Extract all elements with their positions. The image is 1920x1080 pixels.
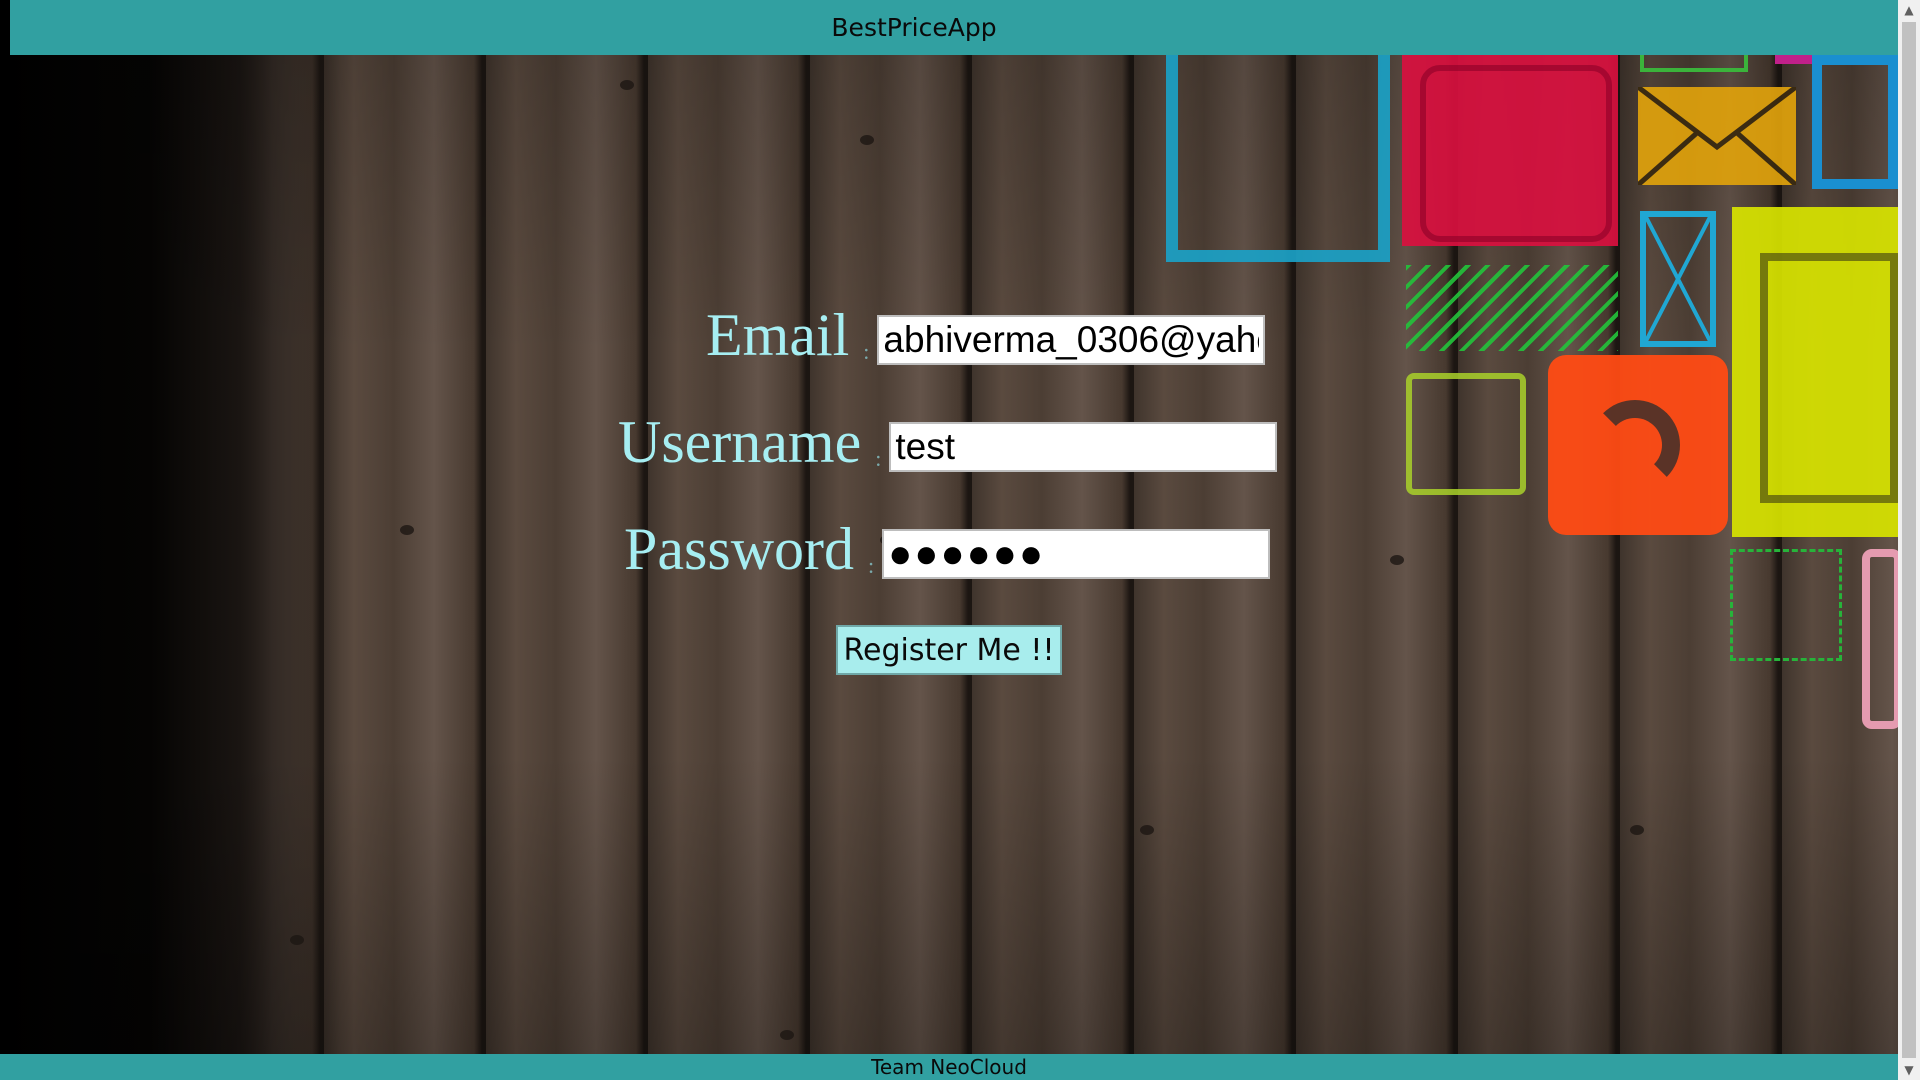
username-separator: : xyxy=(875,446,882,471)
password-input[interactable] xyxy=(882,529,1271,579)
wood-knot xyxy=(860,135,874,145)
page: BestPriceApp Email: abhiverma_0306@yaho… xyxy=(0,0,1920,1080)
decor-green-ornament xyxy=(1406,373,1526,495)
chevron-up-icon[interactable]: ▲ xyxy=(1898,0,1920,20)
decor-green-hatch xyxy=(1406,265,1618,351)
wood-knot xyxy=(620,80,634,90)
username-row: Username : xyxy=(618,409,1278,475)
vertical-scrollbar[interactable]: ▲ ▼ xyxy=(1898,0,1920,1080)
register-button[interactable]: Register Me !! xyxy=(836,625,1062,675)
wood-knot xyxy=(780,1030,794,1040)
email-separator: : xyxy=(863,339,870,364)
email-label: Email xyxy=(706,302,850,368)
email-row: Email : xyxy=(706,302,1266,368)
envelope-icon xyxy=(1644,216,1712,342)
wood-knot xyxy=(1140,825,1154,835)
username-label: Username xyxy=(618,409,862,475)
decor-envelope-yellow xyxy=(1636,85,1798,187)
decor-envelope-blue xyxy=(1640,211,1716,347)
decor-green-strip xyxy=(1640,55,1748,72)
envelope-icon xyxy=(1636,85,1798,187)
password-row: Password : xyxy=(624,516,1271,582)
password-label: Password xyxy=(624,516,855,582)
header-bar: BestPriceApp xyxy=(10,0,1898,55)
decor-green-dashed xyxy=(1730,549,1842,661)
footer-text: Team NeoCloud xyxy=(871,1055,1027,1079)
decor-orange-mark xyxy=(1590,400,1680,490)
decor-yellow-ornament xyxy=(1760,253,1898,503)
decor-blue-square xyxy=(1812,55,1898,189)
password-separator: : xyxy=(868,553,875,578)
wood-knot xyxy=(290,935,304,945)
decor-pink-frame xyxy=(1862,549,1898,729)
username-input[interactable] xyxy=(889,422,1278,472)
wood-knot xyxy=(1630,825,1644,835)
wood-knot xyxy=(400,525,414,535)
email-input[interactable] xyxy=(877,315,1266,365)
footer-bar: Team NeoCloud xyxy=(0,1054,1898,1080)
scrollbar-thumb[interactable] xyxy=(1902,22,1916,1058)
chevron-down-icon[interactable]: ▼ xyxy=(1898,1060,1920,1080)
app-title: BestPriceApp xyxy=(831,13,997,42)
wood-knot xyxy=(1390,555,1404,565)
decor-red-ornament xyxy=(1420,65,1612,242)
decor-blue-frame xyxy=(1166,55,1390,262)
